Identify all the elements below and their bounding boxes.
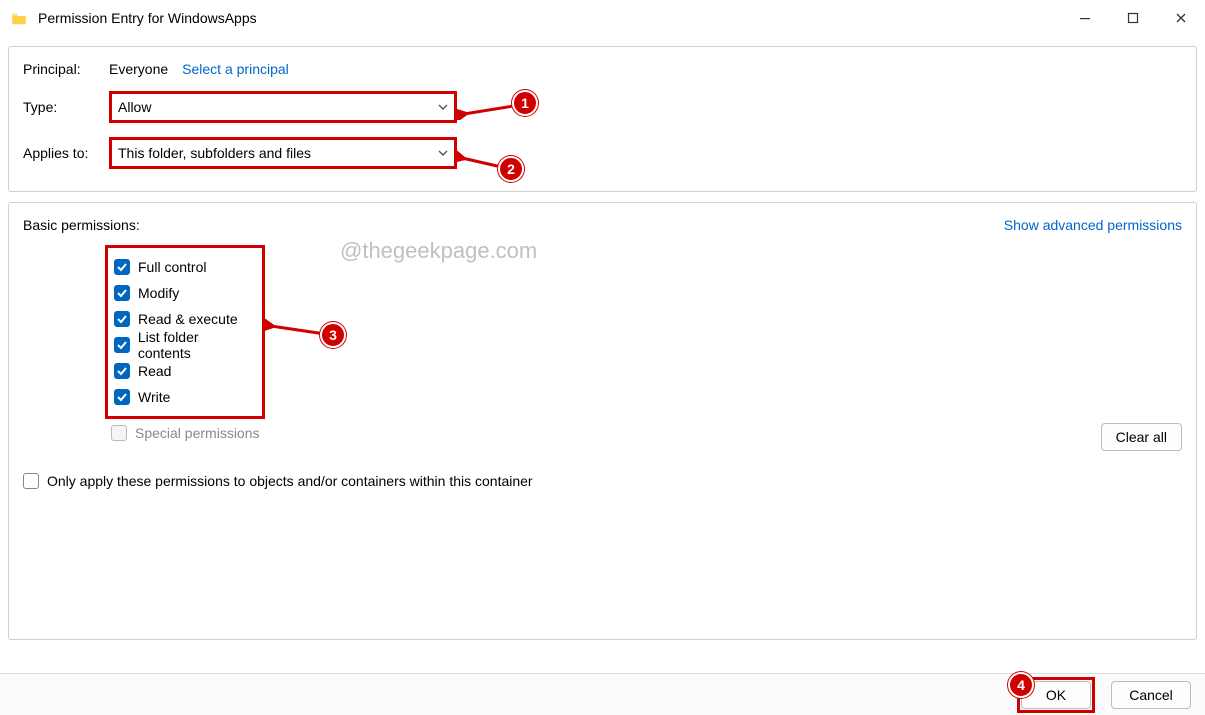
basic-permissions-label: Basic permissions: bbox=[23, 217, 140, 233]
callout-1: 1 bbox=[512, 90, 538, 116]
perm-modify[interactable]: Modify bbox=[114, 280, 254, 306]
perm-read[interactable]: Read bbox=[114, 358, 254, 384]
checkbox-icon bbox=[114, 363, 130, 379]
checkbox-icon bbox=[23, 473, 39, 489]
chevron-down-icon bbox=[438, 145, 448, 161]
minimize-button[interactable] bbox=[1061, 2, 1109, 34]
applies-select[interactable]: This folder, subfolders and files bbox=[109, 137, 457, 169]
chevron-down-icon bbox=[438, 99, 448, 115]
callout-2: 2 bbox=[498, 156, 524, 182]
folder-icon bbox=[10, 10, 28, 28]
titlebar: Permission Entry for WindowsApps bbox=[0, 0, 1205, 36]
close-button[interactable] bbox=[1157, 2, 1205, 34]
type-value: Allow bbox=[118, 99, 151, 115]
checkbox-icon bbox=[114, 337, 130, 353]
callout-3: 3 bbox=[320, 322, 346, 348]
type-select[interactable]: Allow bbox=[109, 91, 457, 123]
select-principal-link[interactable]: Select a principal bbox=[182, 61, 289, 77]
applies-value: This folder, subfolders and files bbox=[118, 145, 311, 161]
callout-4: 4 bbox=[1008, 672, 1034, 698]
perm-special: Special permissions bbox=[111, 425, 1182, 441]
checkbox-icon bbox=[114, 259, 130, 275]
perm-write[interactable]: Write bbox=[114, 384, 254, 410]
clear-all-button[interactable]: Clear all bbox=[1101, 423, 1182, 451]
perm-list-folder[interactable]: List folder contents bbox=[114, 332, 254, 358]
window-title: Permission Entry for WindowsApps bbox=[38, 10, 257, 26]
perm-label: Modify bbox=[138, 285, 179, 301]
checkbox-icon bbox=[114, 389, 130, 405]
perm-label: Write bbox=[138, 389, 170, 405]
principal-label: Principal: bbox=[23, 61, 109, 77]
perm-label: Read & execute bbox=[138, 311, 238, 327]
permissions-list: Full control Modify Read & execute List … bbox=[105, 245, 265, 419]
perm-label: List folder contents bbox=[138, 329, 254, 361]
permissions-panel: Basic permissions: Show advanced permiss… bbox=[8, 202, 1197, 640]
principal-value: Everyone bbox=[109, 61, 168, 77]
type-row: Type: Allow bbox=[23, 91, 1182, 123]
show-advanced-link[interactable]: Show advanced permissions bbox=[1004, 217, 1182, 233]
perm-label: Read bbox=[138, 363, 171, 379]
checkbox-icon bbox=[111, 425, 127, 441]
perm-special-label: Special permissions bbox=[135, 425, 260, 441]
principal-panel: Principal: Everyone Select a principal T… bbox=[8, 46, 1197, 192]
checkbox-icon bbox=[114, 285, 130, 301]
type-label: Type: bbox=[23, 99, 109, 115]
cancel-button[interactable]: Cancel bbox=[1111, 681, 1191, 709]
applies-row: Applies to: This folder, subfolders and … bbox=[23, 137, 1182, 169]
maximize-button[interactable] bbox=[1109, 2, 1157, 34]
applies-label: Applies to: bbox=[23, 145, 109, 161]
perm-full-control[interactable]: Full control bbox=[114, 254, 254, 280]
perm-label: Full control bbox=[138, 259, 206, 275]
only-apply-label: Only apply these permissions to objects … bbox=[47, 473, 533, 489]
only-apply-row[interactable]: Only apply these permissions to objects … bbox=[23, 473, 1182, 489]
principal-row: Principal: Everyone Select a principal bbox=[23, 61, 1182, 77]
checkbox-icon bbox=[114, 311, 130, 327]
